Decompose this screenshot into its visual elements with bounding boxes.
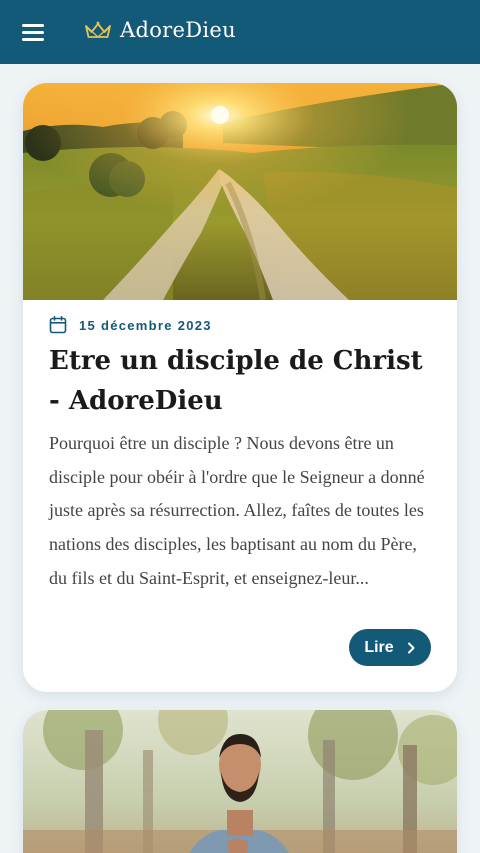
calendar-icon	[49, 316, 67, 334]
brand[interactable]: AdoreDieu	[83, 18, 236, 42]
date-row: 15 décembre 2023	[49, 316, 212, 334]
read-more-button[interactable]: Lire	[349, 629, 431, 666]
article-card[interactable]: 15 décembre 2023 Etre un disciple de Chr…	[23, 83, 457, 692]
read-more-label: Lire	[364, 638, 394, 656]
article-title[interactable]: Etre un disciple de Christ - AdoreDieu	[49, 341, 439, 421]
hamburger-menu-icon[interactable]	[22, 24, 44, 41]
article-image[interactable]	[23, 83, 457, 300]
article-date: 15 décembre 2023	[79, 317, 212, 333]
article-card[interactable]	[23, 710, 457, 853]
brand-name: AdoreDieu	[120, 18, 236, 42]
article-image[interactable]	[23, 710, 457, 853]
chevron-right-icon	[407, 642, 415, 653]
top-app-bar: AdoreDieu	[0, 0, 480, 64]
crown-icon	[85, 21, 111, 38]
article-excerpt: Pourquoi être un disciple ? Nous devons …	[49, 433, 425, 588]
